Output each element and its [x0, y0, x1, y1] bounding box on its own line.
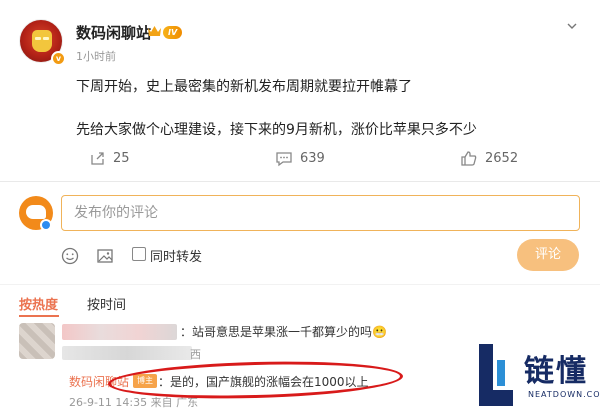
submit-comment-button[interactable]: 评论 — [517, 239, 579, 271]
watermark-logo-icon — [479, 344, 513, 406]
avatar-eye-left — [35, 37, 41, 40]
repost-checkbox[interactable] — [132, 247, 146, 261]
active-tab-indicator — [19, 315, 59, 317]
comment-button[interactable]: 639 — [275, 148, 325, 168]
thumbs-up-icon — [461, 150, 477, 166]
like-count: 2652 — [485, 150, 519, 166]
comment-input[interactable]: 发布你的评论 — [61, 195, 580, 231]
repost-icon — [91, 151, 104, 165]
commenter-avatar[interactable] — [19, 323, 55, 359]
comment-text: ：站哥意思是苹果涨一千都算少的吗😬 — [180, 325, 387, 339]
comment-meta-tail: 西 — [190, 348, 201, 361]
like-button[interactable]: 2652 — [460, 148, 518, 168]
avatar-eye-right — [43, 37, 49, 40]
repost-count: 25 — [113, 150, 130, 166]
watermark-url: NEATDOWN.COM — [528, 390, 600, 399]
highlight-annotation — [107, 358, 404, 402]
watermark-brand: 链懂 — [524, 354, 588, 389]
verified-badge-icon: v — [51, 51, 66, 66]
chevron-down-icon[interactable] — [566, 20, 578, 32]
comment-icon — [276, 151, 292, 166]
post-timestamp[interactable]: 1小时前 — [76, 48, 116, 64]
author-name[interactable]: 数码闲聊站 — [76, 22, 151, 43]
crown-icon — [148, 26, 161, 36]
section-divider — [0, 284, 600, 285]
post-text-line: 下周开始，史上最密集的新机发布周期就要拉开帷幕了 — [76, 79, 412, 95]
blurred-comment-meta — [62, 346, 192, 360]
tab-by-time[interactable]: 按时间 — [87, 294, 126, 313]
blurred-commenter-name — [62, 324, 177, 340]
verified-icon — [40, 219, 52, 231]
post-text-line: 先给大家做个心理建设，接下来的9月新机，涨价比苹果只多不少 — [76, 122, 477, 138]
emoji-icon[interactable] — [61, 247, 79, 265]
comment-count: 639 — [300, 150, 325, 166]
tab-by-popularity[interactable]: 按热度 — [19, 294, 58, 313]
level-badge: IV — [163, 26, 183, 39]
repost-checkbox-label[interactable]: 同时转发 — [150, 246, 202, 265]
image-icon[interactable] — [96, 247, 114, 265]
repost-button[interactable]: 25 — [89, 148, 130, 168]
section-divider — [0, 181, 600, 182]
